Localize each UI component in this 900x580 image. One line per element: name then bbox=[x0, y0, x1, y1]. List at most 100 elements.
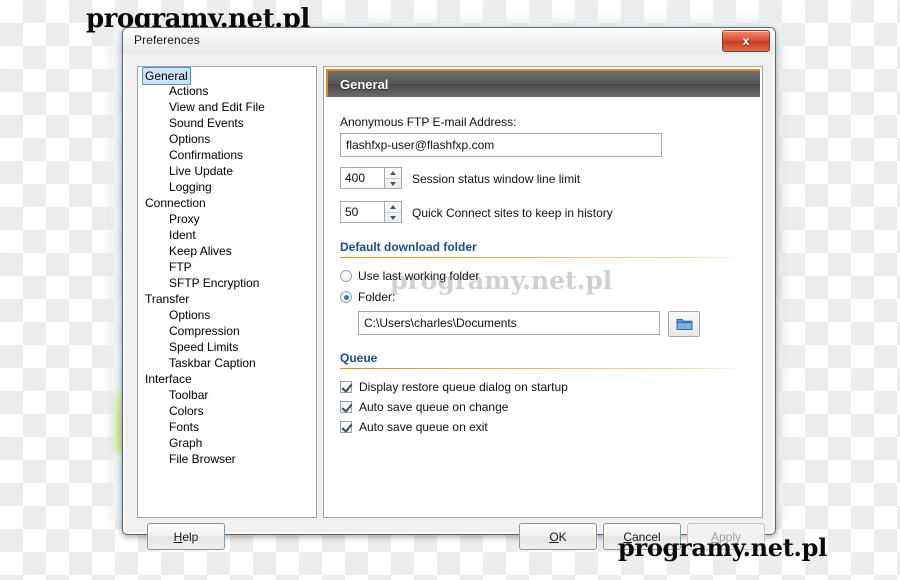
sidebar-item-general[interactable]: General bbox=[138, 67, 316, 85]
sidebar-item-label: Actions bbox=[169, 84, 209, 98]
download-folder-group-title: Default download folder bbox=[340, 240, 477, 254]
sidebar-item-label: Toolbar bbox=[169, 388, 209, 402]
sidebar-item-compression[interactable]: Compression bbox=[138, 323, 316, 339]
sidebar-item-label: View and Edit File bbox=[169, 100, 265, 114]
sidebar-item-label: Logging bbox=[169, 180, 212, 194]
sidebar-item-label: Connection bbox=[145, 196, 206, 210]
settings-tree-list: General Actions View and Edit File Sound Ev… bbox=[138, 67, 316, 467]
close-button[interactable]: x bbox=[722, 30, 770, 52]
sidebar-item-taskbar-caption[interactable]: Taskbar Caption bbox=[138, 355, 316, 371]
sidebar-item-interface[interactable]: Interface bbox=[138, 371, 316, 387]
sidebar-item-sound-events[interactable]: Sound Events bbox=[138, 115, 316, 131]
sidebar-item-graph[interactable]: Graph bbox=[138, 435, 316, 451]
spinner-up-button[interactable] bbox=[385, 168, 401, 179]
settings-panel: General Anonymous FTP E-mail Address: fl… bbox=[323, 66, 763, 518]
sidebar-item-proxy[interactable]: Proxy bbox=[138, 211, 316, 227]
radio-folder[interactable]: Folder: bbox=[340, 290, 395, 304]
checkbox-icon bbox=[340, 401, 352, 413]
chevron-down-icon bbox=[390, 216, 396, 220]
sidebar-item-label: Transfer bbox=[145, 292, 190, 306]
radio-icon bbox=[340, 270, 352, 282]
sidebar-item-live-update[interactable]: Live Update bbox=[138, 163, 316, 179]
browse-folder-button[interactable] bbox=[668, 311, 700, 337]
checkbox-icon bbox=[340, 381, 352, 393]
chevron-down-icon bbox=[390, 182, 396, 186]
sidebar-item-speed-limits[interactable]: Speed Limits bbox=[138, 339, 316, 355]
sidebar-item-label: Speed Limits bbox=[169, 340, 239, 354]
sidebar-item-logging[interactable]: Logging bbox=[138, 179, 316, 195]
sidebar-item-confirmations[interactable]: Confirmations bbox=[138, 147, 316, 163]
sidebar-item-toolbar[interactable]: Toolbar bbox=[138, 387, 316, 403]
spinner-down-button[interactable] bbox=[385, 179, 401, 189]
quick-connect-input[interactable]: 50 bbox=[340, 201, 384, 223]
panel-header-title: General bbox=[340, 77, 389, 92]
chevron-up-icon bbox=[390, 171, 396, 175]
sidebar-item-connection[interactable]: Connection bbox=[138, 195, 316, 211]
sidebar-item-label: Live Update bbox=[169, 164, 234, 178]
queue-group-title: Queue bbox=[340, 351, 378, 365]
help-button-label: elp bbox=[182, 529, 199, 544]
quick-connect-stepper[interactable]: 50 bbox=[340, 201, 402, 223]
sidebar-item-label: Keep Alives bbox=[169, 244, 232, 258]
ok-button[interactable]: OK bbox=[519, 523, 597, 550]
download-folder-group-rule bbox=[340, 257, 748, 258]
sidebar-item-actions[interactable]: Actions bbox=[138, 83, 316, 99]
email-field[interactable]: flashfxp-user@flashfxp.com bbox=[340, 133, 662, 157]
checkbox-icon bbox=[340, 421, 352, 433]
spinner-down-button[interactable] bbox=[385, 213, 401, 223]
radio-use-last-working-folder[interactable]: Use last working folder bbox=[340, 269, 479, 283]
sidebar-item-options[interactable]: Options bbox=[138, 131, 316, 147]
sidebar-item-sftp-encryption[interactable]: SFTP Encryption bbox=[138, 275, 316, 291]
sidebar-item-label: Compression bbox=[169, 324, 240, 338]
download-folder-path-field[interactable]: C:\Users\charles\Documents bbox=[358, 311, 660, 335]
radio-icon bbox=[340, 291, 352, 303]
sidebar-item-label: Interface bbox=[145, 372, 192, 386]
preferences-dialog: Preferences x General Actions View and Edi… bbox=[122, 27, 776, 550]
sidebar-item-label: FTP bbox=[169, 260, 192, 274]
queue-checkbox-0[interactable]: Display restore queue dialog on startup bbox=[340, 380, 568, 394]
sidebar-item-fonts[interactable]: Fonts bbox=[138, 419, 316, 435]
sidebar-item-label: Colors bbox=[169, 404, 204, 418]
settings-tree[interactable]: General Actions View and Edit File Sound Ev… bbox=[137, 66, 317, 518]
chevron-up-icon bbox=[390, 205, 396, 209]
sidebar-item-file-browser[interactable]: File Browser bbox=[138, 451, 316, 467]
sidebar-item-options[interactable]: Options bbox=[138, 307, 316, 323]
sidebar-item-keep-alives[interactable]: Keep Alives bbox=[138, 243, 316, 259]
sidebar-item-view-and-edit-file[interactable]: View and Edit File bbox=[138, 99, 316, 115]
radio-use-last-working-folder-label: Use last working folder bbox=[358, 269, 480, 283]
session-lines-stepper[interactable]: 400 bbox=[340, 167, 402, 189]
sidebar-item-transfer[interactable]: Transfer bbox=[138, 291, 316, 307]
session-lines-label: Session status window line limit bbox=[412, 172, 581, 186]
ok-button-accel: O bbox=[549, 529, 559, 544]
sidebar-item-label: Fonts bbox=[169, 420, 200, 434]
sidebar-item-label: Ident bbox=[169, 228, 196, 242]
sidebar-item-ftp[interactable]: FTP bbox=[138, 259, 316, 275]
queue-checkbox-label: Display restore queue dialog on startup bbox=[359, 380, 568, 394]
queue-group-rule bbox=[340, 368, 748, 369]
sidebar-item-label: Options bbox=[169, 132, 211, 146]
radio-folder-label: Folder: bbox=[358, 290, 396, 304]
help-button[interactable]: Help bbox=[147, 523, 225, 550]
dialog-titlebar: Preferences x bbox=[123, 28, 775, 54]
dialog-title: Preferences bbox=[134, 33, 200, 47]
sidebar-item-colors[interactable]: Colors bbox=[138, 403, 316, 419]
sidebar-item-label: Proxy bbox=[169, 212, 200, 226]
ok-button-label: K bbox=[558, 529, 567, 544]
email-label: Anonymous FTP E-mail Address: bbox=[340, 115, 517, 129]
queue-checkbox-1[interactable]: Auto save queue on change bbox=[340, 400, 508, 414]
session-lines-spin-buttons[interactable] bbox=[384, 167, 402, 189]
quick-connect-label: Quick Connect sites to keep in history bbox=[412, 206, 613, 220]
queue-checkbox-label: Auto save queue on exit bbox=[359, 420, 488, 434]
spinner-up-button[interactable] bbox=[385, 202, 401, 213]
sidebar-item-label: Confirmations bbox=[169, 148, 244, 162]
session-lines-input[interactable]: 400 bbox=[340, 167, 384, 189]
queue-checkbox-2[interactable]: Auto save queue on exit bbox=[340, 420, 488, 434]
folder-icon bbox=[676, 319, 692, 330]
sidebar-item-label: Options bbox=[169, 308, 211, 322]
sidebar-item-label: File Browser bbox=[169, 452, 236, 466]
sidebar-item-label: Taskbar Caption bbox=[169, 356, 256, 370]
panel-body: Anonymous FTP E-mail Address: flashfxp-u… bbox=[326, 101, 760, 515]
quick-connect-spin-buttons[interactable] bbox=[384, 201, 402, 223]
panel-header: General bbox=[326, 69, 760, 97]
sidebar-item-ident[interactable]: Ident bbox=[138, 227, 316, 243]
